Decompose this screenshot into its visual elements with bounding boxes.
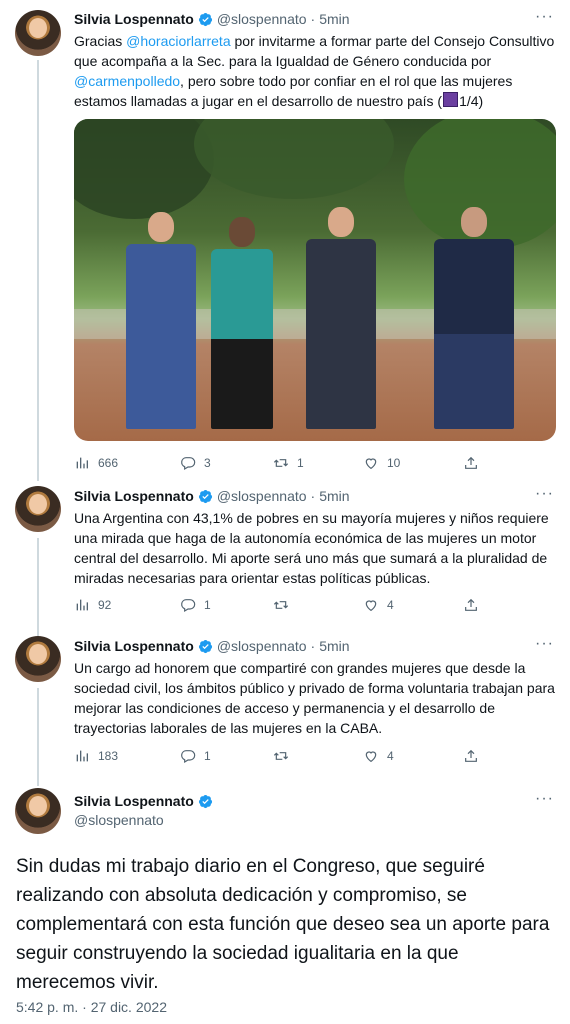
tweet-text-segment: Una Argentina con 43,1% de pobres en su … [74, 510, 549, 586]
photo-person [434, 207, 514, 429]
views-count: 183 [98, 749, 119, 763]
tweet-text-segment: Un cargo ad honorem que compartiré con g… [74, 660, 555, 736]
reply-icon [181, 457, 196, 471]
author-name[interactable]: Silvia Lospennato [74, 487, 194, 505]
bar-chart-icon [76, 599, 88, 611]
like-button[interactable]: 4 [363, 748, 394, 764]
reply-icon [181, 750, 196, 764]
tweet-time[interactable]: 5min [319, 487, 349, 505]
separator-dot: · [310, 488, 316, 504]
tweet-actions: 183 1 4 [74, 748, 494, 766]
share-icon [465, 456, 477, 469]
retweet-icon [273, 459, 289, 467]
tweet-header: Silvia Lospennato @slospennato · 5min [74, 487, 554, 505]
photo-person [306, 207, 376, 429]
verified-badge-icon [198, 639, 212, 653]
more-icon[interactable]: ··· [535, 636, 554, 652]
author-handle[interactable]: @slospennato [74, 812, 164, 828]
like-button[interactable]: 10 [363, 455, 400, 471]
tweet-header: Silvia Lospennato @slospennato · 5min [74, 10, 554, 28]
like-count: 4 [387, 598, 394, 612]
retweet-button[interactable] [273, 748, 297, 764]
author-name[interactable]: Silvia Lospennato [74, 637, 194, 655]
mention-link[interactable]: @horaciorlarreta [126, 33, 230, 49]
more-icon[interactable]: ··· [535, 791, 554, 807]
photo-person [211, 217, 273, 429]
reply-icon [181, 599, 196, 613]
like-count: 4 [387, 749, 394, 763]
mention-link[interactable]: @carmenpolledo [74, 73, 180, 89]
tweet-timestamp[interactable]: 5:42 p. m. · 27 dic. 2022 [16, 999, 167, 1015]
share-button[interactable] [463, 455, 479, 471]
more-icon[interactable]: ··· [535, 9, 554, 25]
avatar[interactable] [15, 10, 61, 56]
retweet-button[interactable] [273, 597, 297, 613]
avatar[interactable] [15, 636, 61, 682]
verified-badge-icon [198, 12, 212, 26]
reply-button[interactable]: 1 [180, 597, 211, 613]
reply-count: 1 [204, 598, 211, 612]
retweet-icon [273, 601, 289, 609]
author-name[interactable]: Silvia Lospennato [74, 792, 194, 810]
tweet-actions: 666 3 1 10 [74, 455, 494, 473]
share-button[interactable] [463, 748, 479, 764]
bar-chart-icon [76, 750, 88, 762]
reply-count: 1 [204, 749, 211, 763]
avatar[interactable] [15, 486, 61, 532]
heart-icon [365, 600, 377, 612]
views-button[interactable]: 183 [74, 748, 118, 764]
heart-icon [365, 751, 377, 763]
thread-connector [37, 688, 39, 786]
tweet-text: Gracias @horaciorlarreta por invitarme a… [74, 31, 559, 111]
author-handle[interactable]: @slospennato [217, 487, 307, 505]
tweet-text-segment: 1/4) [459, 93, 484, 109]
reply-button[interactable]: 1 [180, 748, 211, 764]
author-handle[interactable]: @slospennato [217, 637, 307, 655]
focused-tweet-text: Sin dudas mi trabajo diario en el Congre… [16, 856, 550, 993]
purple-square-emoji [443, 92, 459, 107]
heart-icon [365, 458, 377, 470]
retweet-count: 1 [297, 456, 304, 470]
avatar[interactable] [15, 788, 61, 834]
verified-badge-icon [198, 794, 212, 808]
share-icon [465, 598, 477, 611]
tweet-time[interactable]: 5min [319, 10, 349, 28]
author-handle[interactable]: @slospennato [217, 10, 307, 28]
views-count: 92 [98, 598, 112, 612]
reply-button[interactable]: 3 [180, 455, 211, 471]
reply-count: 3 [204, 456, 211, 470]
tweet-text-segment: Gracias [74, 33, 127, 49]
tweet-time[interactable]: 5min [319, 637, 349, 655]
retweet-icon [273, 752, 289, 760]
like-button[interactable]: 4 [363, 597, 394, 613]
tweet-text: Una Argentina con 43,1% de pobres en su … [74, 508, 559, 588]
separator-dot: · [310, 638, 316, 654]
like-count: 10 [387, 456, 401, 470]
share-icon [465, 749, 477, 762]
verified-badge-icon [198, 489, 212, 503]
retweet-button[interactable]: 1 [273, 455, 304, 471]
photo-person [126, 212, 196, 429]
tweet-actions: 92 1 4 [74, 597, 494, 615]
author-name[interactable]: Silvia Lospennato [74, 10, 194, 28]
tweet-photo[interactable] [74, 119, 556, 441]
thread-connector [37, 538, 39, 636]
tweet-header: Silvia Lospennato @slospennato · 5min [74, 637, 554, 655]
more-icon[interactable]: ··· [535, 486, 554, 502]
views-button[interactable]: 92 [74, 597, 111, 613]
views-count: 666 [98, 456, 119, 470]
thread-connector [37, 60, 39, 481]
tweet-text: Un cargo ad honorem que compartiré con g… [74, 658, 559, 738]
bar-chart-icon [76, 457, 88, 469]
share-button[interactable] [463, 597, 479, 613]
tweet-header: Silvia Lospennato [74, 792, 554, 810]
views-button[interactable]: 666 [74, 455, 118, 471]
separator-dot: · [310, 11, 316, 27]
